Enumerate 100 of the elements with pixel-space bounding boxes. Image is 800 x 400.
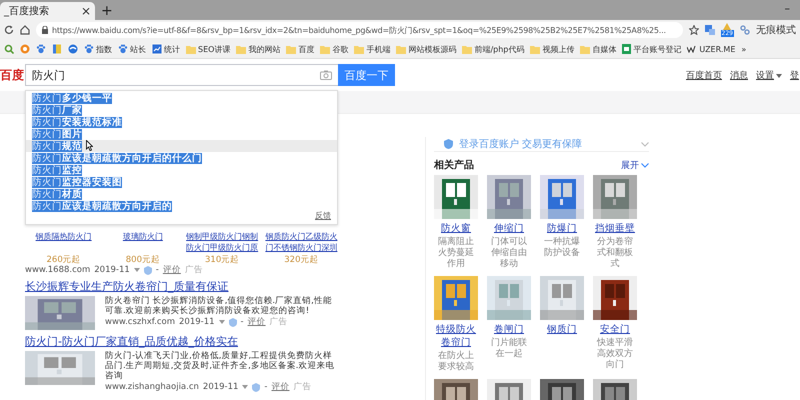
price-text: 320元起 bbox=[284, 255, 318, 265]
url-text: https://www.baidu.com/s?ie=utf-8&f=8&rsv_bp=1&rsv_idx=2&tn=baiduhome_pg&wd=防火门&rsv_spt=1&oq=%25E9%2598%25B2%25E7%2581%25A8%25... bbox=[52, 24, 666, 36]
star-icon[interactable] bbox=[688, 25, 699, 35]
suggestion-item[interactable]: 防火门材质 bbox=[26, 188, 337, 200]
product-name[interactable]: 防火窗 bbox=[441, 222, 471, 235]
bookmark[interactable]: 平台账号登记 bbox=[622, 44, 682, 54]
new-tab-button[interactable]: + bbox=[101, 2, 113, 20]
caret-icon[interactable] bbox=[134, 268, 140, 272]
bookmark[interactable]: 百度 bbox=[286, 44, 314, 54]
rate-link[interactable]: 评价 bbox=[272, 382, 290, 392]
rate-link[interactable]: 评价 bbox=[248, 317, 266, 327]
result-title[interactable]: 长沙振辉专业生产防火卷帘门_质量有保证 bbox=[25, 280, 340, 293]
folder-icon bbox=[354, 44, 364, 54]
search-button[interactable]: 百度一下 bbox=[338, 64, 395, 86]
shield-icon bbox=[144, 266, 152, 274]
bookmark[interactable] bbox=[36, 44, 46, 54]
triangle-icon[interactable] bbox=[722, 23, 732, 30]
suggestion-item[interactable]: 防火门应该是朝疏散方向开启的 bbox=[26, 200, 337, 212]
bookmark[interactable]: 前端/php代码 bbox=[462, 44, 524, 54]
product-name[interactable]: 特级防火卷帘门 bbox=[434, 323, 478, 349]
close-tab-button[interactable]: × bbox=[80, 4, 91, 18]
shield-icon bbox=[444, 139, 453, 149]
folder-icon bbox=[236, 44, 246, 54]
header-link[interactable]: 登 bbox=[790, 68, 799, 82]
ad-label: 广告 bbox=[294, 382, 312, 392]
product-link[interactable]: 钢制甲级防火门钢制防火门甲级防火门原 bbox=[184, 231, 261, 253]
bookmark[interactable]: 指数 bbox=[84, 44, 112, 54]
bookmark[interactable]: 我的网站 bbox=[236, 44, 280, 54]
product-name[interactable]: 钢质门 bbox=[547, 323, 577, 336]
source-url: www.cszhxf.com bbox=[105, 317, 175, 327]
link-icon[interactable] bbox=[740, 25, 750, 35]
bookmark[interactable] bbox=[52, 44, 62, 54]
header-link[interactable]: 设置 bbox=[756, 68, 782, 82]
suggestion-item[interactable]: 防火门多少钱一平 bbox=[26, 92, 337, 104]
folder-icon bbox=[286, 44, 296, 54]
bookmark[interactable] bbox=[4, 44, 14, 54]
suggestion-item[interactable]: 防火门图片 bbox=[26, 128, 337, 140]
rate-link[interactable]: 评价 bbox=[162, 265, 181, 275]
suggestion-item[interactable]: 防火门监控器安装图 bbox=[26, 176, 337, 188]
header-link[interactable]: 百度首页 bbox=[686, 68, 722, 82]
date-text: 2019-11 bbox=[202, 382, 238, 392]
suggestion-item[interactable]: 防火门安装规范标准 bbox=[26, 116, 337, 128]
minimize-button[interactable]: – bbox=[784, 2, 790, 20]
bookmark[interactable]: 自媒体 bbox=[580, 44, 616, 54]
bookmark[interactable]: 站长 bbox=[118, 44, 146, 54]
reload-icon[interactable] bbox=[4, 25, 14, 35]
folder-icon bbox=[580, 44, 590, 54]
product-link[interactable]: 玻璃防火门 bbox=[122, 231, 163, 253]
profile-label[interactable]: 无痕模式 bbox=[756, 23, 796, 37]
suggestion-item[interactable]: 防火门厂家 bbox=[26, 104, 337, 116]
search-field[interactable]: 防火门 bbox=[25, 64, 338, 86]
paw-icon bbox=[118, 44, 128, 54]
product-name[interactable]: 安全门 bbox=[600, 323, 630, 336]
product-description: 隔离阻止火势蔓延作用 bbox=[437, 237, 475, 270]
caret-icon[interactable] bbox=[218, 320, 225, 324]
bookmark[interactable]: UZER.ME bbox=[687, 44, 736, 54]
home-icon[interactable] bbox=[20, 25, 30, 35]
swirl-icon bbox=[68, 44, 78, 54]
bookmark[interactable] bbox=[20, 44, 30, 54]
translate-icon[interactable] bbox=[704, 25, 715, 35]
shield-icon bbox=[228, 318, 237, 326]
product-name[interactable]: 防爆门 bbox=[547, 222, 577, 235]
shield-icon bbox=[252, 382, 260, 392]
date-text: 2019-11 bbox=[94, 265, 130, 275]
caret-icon[interactable] bbox=[242, 385, 248, 389]
product-name[interactable]: 卷闸门 bbox=[494, 323, 524, 336]
ad-label: 广告 bbox=[270, 317, 288, 327]
bookmark[interactable]: 统计 bbox=[152, 44, 180, 54]
bookmark[interactable]: 网站模板源码 bbox=[396, 44, 456, 54]
result-description: 防火卷帘门 长沙振辉消防设备,值得您信赖.厂家直销,性能可靠.欢迎前来购买长沙振辉消防设备欢迎您的咨询! bbox=[105, 296, 333, 316]
browser-tab[interactable]: _百度搜索 × bbox=[0, 2, 95, 20]
product-description: 一种抗爆防护设备 bbox=[543, 237, 581, 259]
logo[interactable]: 百度 bbox=[0, 66, 25, 84]
camera-icon[interactable] bbox=[320, 70, 332, 80]
feedback-link[interactable]: 反馈 bbox=[315, 210, 331, 221]
bookmark[interactable]: 视频上传 bbox=[530, 44, 574, 54]
chevron-icon[interactable] bbox=[641, 142, 649, 146]
source-url: www.zishanghaojia.cn bbox=[105, 382, 199, 392]
page-icon bbox=[52, 44, 62, 54]
bookmark[interactable]: SEO讲课 bbox=[186, 44, 230, 54]
suggestion-item[interactable]: 防火门监控 bbox=[26, 164, 337, 176]
product-description: 门体可以伸缩自由移动 bbox=[490, 237, 528, 270]
product-link[interactable]: 钢质隔热防火门 bbox=[36, 231, 92, 253]
result-title[interactable]: 防火门-防火门厂家直销_品质优越_价格实在 bbox=[25, 335, 340, 348]
folder-icon bbox=[320, 44, 330, 54]
lock-icon bbox=[42, 26, 48, 34]
header-link[interactable]: 消息 bbox=[730, 68, 748, 82]
bookmark[interactable] bbox=[68, 44, 78, 54]
sheet-icon bbox=[622, 44, 632, 54]
address-bar[interactable]: https://www.baidu.com/s?ie=utf-8&f=8&rsv_bp=1&rsv_idx=2&tn=baiduhome_pg&wd=防火门&rsv_spt=1&oq=%25E9%2598%25B2%25E7%2581%25A8%25... bbox=[36, 22, 683, 38]
bookmark[interactable]: 谷歌 bbox=[320, 44, 348, 54]
product-description: 门片能联在一起 bbox=[490, 338, 528, 360]
suggestion-item[interactable]: 防火门规范 bbox=[26, 140, 337, 152]
product-link[interactable]: 钢质防火门乙级防火门不锈钢防火门深圳 bbox=[262, 231, 340, 253]
dash-text: - bbox=[240, 317, 244, 327]
product-name[interactable]: 伸缩门 bbox=[494, 222, 524, 235]
product-name[interactable]: 挡烟垂壁 bbox=[595, 222, 635, 235]
bookmark[interactable]: 手机端 bbox=[354, 44, 390, 54]
expand-link[interactable]: 展开 bbox=[621, 158, 649, 172]
more-bookmarks[interactable]: » bbox=[741, 44, 746, 54]
